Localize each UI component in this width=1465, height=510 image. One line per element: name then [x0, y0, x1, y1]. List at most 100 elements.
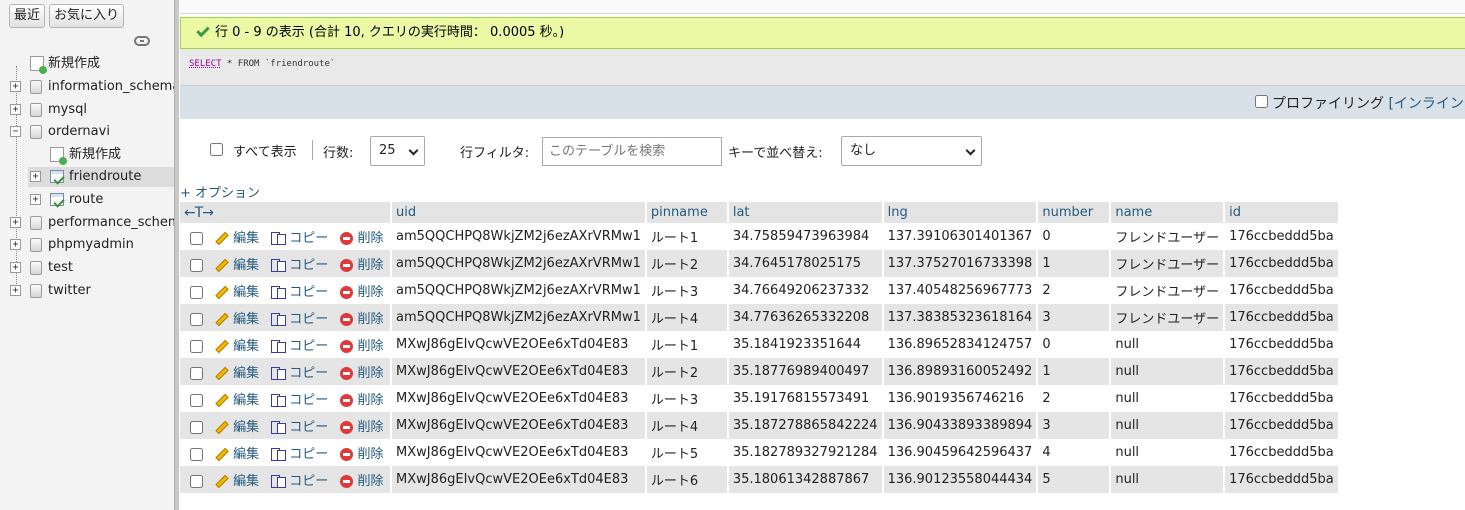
cell-number[interactable]: 0 [1037, 331, 1111, 358]
copy-button[interactable]: コピー [271, 231, 328, 246]
tree-item-new-table[interactable]: 新規作成 [0, 145, 174, 165]
cell-id[interactable]: 176ccbeddd5ba [1224, 277, 1339, 304]
cell-name[interactable]: null [1110, 358, 1225, 385]
copy-button[interactable]: コピー [271, 339, 328, 354]
cell-pinname[interactable]: ルート3 [645, 277, 728, 304]
copy-button[interactable]: コピー [271, 420, 328, 435]
copy-button[interactable]: コピー [271, 393, 328, 408]
table-row[interactable]: 編集 コピー 削除 am5QQCHPQ8WkjZM2j6ezAXrVRMw1 ルート… [180, 223, 1339, 250]
cell-id[interactable]: 176ccbeddd5ba [1224, 358, 1339, 385]
edit-button[interactable]: 編集 [215, 366, 259, 381]
cell-number[interactable]: 2 [1037, 277, 1111, 304]
edit-button[interactable]: 編集 [215, 312, 259, 327]
column-header-uid[interactable]: uid [391, 202, 647, 223]
cell-uid[interactable]: MXwJ86gEIvQcwVE2OEe6xTd04E83 [391, 466, 646, 493]
column-header-pinname[interactable]: pinname [645, 202, 729, 223]
collapse-icon[interactable]: − [10, 126, 21, 137]
column-header-id[interactable]: id [1224, 202, 1340, 223]
table-row[interactable]: 編集 コピー 削除 MXwJ86gEIvQcwVE2OEe6xTd04E83 ルート… [180, 412, 1339, 439]
cell-lng[interactable]: 136.89893160052492 [882, 358, 1038, 385]
cell-lat[interactable]: 35.18061342887867 [727, 466, 883, 493]
tree-item-test[interactable]: + test [0, 258, 174, 278]
inline-edit-link[interactable]: [インラインを [1388, 96, 1465, 112]
cell-pinname[interactable]: ルート6 [645, 466, 728, 493]
expand-icon[interactable]: + [10, 262, 21, 273]
delete-button[interactable]: 削除 [340, 393, 383, 408]
cell-lng[interactable]: 137.38385323618164 [882, 304, 1038, 331]
cell-pinname[interactable]: ルート1 [645, 223, 728, 250]
cell-number[interactable]: 2 [1037, 385, 1111, 412]
edit-button[interactable]: 編集 [215, 393, 259, 408]
cell-pinname[interactable]: ルート2 [645, 358, 728, 385]
expand-icon[interactable]: + [10, 104, 21, 115]
row-checkbox[interactable] [190, 367, 203, 380]
table-row[interactable]: 編集 コピー 削除 am5QQCHPQ8WkjZM2j6ezAXrVRMw1 ルート… [180, 304, 1339, 331]
delete-button[interactable]: 削除 [340, 258, 383, 273]
cell-id[interactable]: 176ccbeddd5ba [1224, 304, 1339, 331]
row-checkbox[interactable] [190, 286, 203, 299]
favorites-tab[interactable]: お気に入り [49, 4, 125, 28]
cell-pinname[interactable]: ルート2 [645, 250, 728, 277]
cell-pinname[interactable]: ルート4 [645, 304, 728, 331]
cell-lat[interactable]: 35.182789327921284 [727, 439, 883, 466]
copy-button[interactable]: コピー [271, 366, 328, 381]
row-checkbox[interactable] [190, 313, 203, 326]
cell-number[interactable]: 3 [1037, 304, 1111, 331]
edit-button[interactable]: 編集 [215, 420, 259, 435]
rows-per-page-select[interactable]: 25 [370, 136, 425, 166]
table-row[interactable]: 編集 コピー 削除 MXwJ86gEIvQcwVE2OEe6xTd04E83 ルート… [180, 385, 1339, 412]
cell-id[interactable]: 176ccbeddd5ba [1224, 223, 1339, 250]
cell-lng[interactable]: 137.40548256967773 [882, 277, 1038, 304]
cell-number[interactable]: 3 [1037, 412, 1111, 439]
row-checkbox[interactable] [190, 259, 203, 272]
table-row[interactable]: 編集 コピー 削除 MXwJ86gEIvQcwVE2OEe6xTd04E83 ルート… [180, 358, 1339, 385]
cell-lng[interactable]: 136.90459642596437 [882, 439, 1038, 466]
cell-uid[interactable]: MXwJ86gEIvQcwVE2OEe6xTd04E83 [391, 331, 646, 358]
show-all-checkbox[interactable] [210, 143, 223, 156]
recent-tab[interactable]: 最近 [9, 4, 46, 28]
cell-pinname[interactable]: ルート4 [645, 412, 728, 439]
tree-item-performance-schema[interactable]: + performance_schema [0, 213, 174, 233]
delete-button[interactable]: 削除 [340, 366, 383, 381]
delete-button[interactable]: 削除 [340, 447, 383, 462]
cell-uid[interactable]: MXwJ86gEIvQcwVE2OEe6xTd04E83 [391, 358, 646, 385]
cell-name[interactable]: null [1110, 439, 1225, 466]
table-row[interactable]: 編集 コピー 削除 MXwJ86gEIvQcwVE2OEe6xTd04E83 ルート… [180, 466, 1339, 493]
cell-number[interactable]: 0 [1037, 223, 1111, 250]
cell-id[interactable]: 176ccbeddd5ba [1224, 250, 1339, 277]
cell-name[interactable]: フレンドユーザー [1110, 304, 1225, 331]
copy-button[interactable]: コピー [271, 285, 328, 300]
delete-button[interactable]: 削除 [340, 285, 383, 300]
row-checkbox[interactable] [190, 475, 203, 488]
cell-lat[interactable]: 34.76649206237332 [727, 277, 883, 304]
expand-icon[interactable]: + [30, 194, 41, 205]
cell-pinname[interactable]: ルート1 [645, 331, 728, 358]
delete-button[interactable]: 削除 [340, 312, 383, 327]
cell-pinname[interactable]: ルート3 [645, 385, 728, 412]
column-header-lat[interactable]: lat [727, 202, 884, 223]
tree-item-twitter[interactable]: + twitter [0, 281, 174, 301]
delete-button[interactable]: 削除 [340, 420, 383, 435]
delete-button[interactable]: 削除 [340, 474, 383, 489]
cell-number[interactable]: 1 [1037, 250, 1111, 277]
cell-id[interactable]: 176ccbeddd5ba [1224, 466, 1339, 493]
edit-button[interactable]: 編集 [215, 231, 259, 246]
sql-keyword-select[interactable]: SELECT [189, 59, 222, 69]
cell-lat[interactable]: 35.18776989400497 [727, 358, 883, 385]
cell-number[interactable]: 5 [1037, 466, 1111, 493]
column-header-name[interactable]: name [1110, 202, 1226, 223]
tree-item-ordernavi[interactable]: − ordernavi [0, 122, 174, 142]
cell-id[interactable]: 176ccbeddd5ba [1224, 385, 1339, 412]
expand-icon[interactable]: + [10, 239, 21, 250]
row-filter-input[interactable] [542, 137, 722, 166]
delete-button[interactable]: 削除 [340, 339, 383, 354]
cell-lat[interactable]: 35.1841923351644 [727, 331, 883, 358]
cell-lat[interactable]: 34.7645178025175 [727, 250, 883, 277]
expand-icon[interactable]: + [30, 171, 41, 182]
column-header-number[interactable]: number [1037, 202, 1112, 223]
cell-lng[interactable]: 136.9019356746216 [882, 385, 1038, 412]
link-with-main-panel-icon[interactable] [134, 36, 150, 46]
cell-name[interactable]: フレンドユーザー [1110, 277, 1225, 304]
table-row[interactable]: 編集 コピー 削除 am5QQCHPQ8WkjZM2j6ezAXrVRMw1 ルート… [180, 277, 1339, 304]
row-checkbox[interactable] [190, 340, 203, 353]
